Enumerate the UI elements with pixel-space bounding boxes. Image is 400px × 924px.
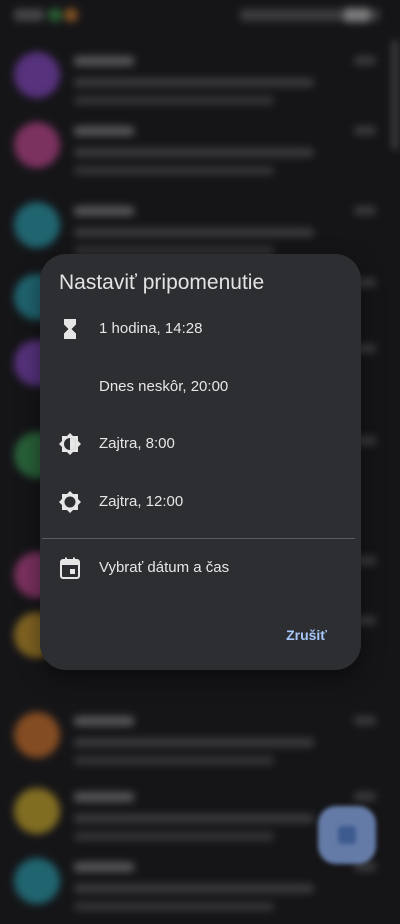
email-row-placeholder bbox=[354, 126, 376, 135]
option-label: Zajtra, 8:00 bbox=[99, 435, 175, 452]
avatar bbox=[14, 788, 60, 834]
option-label: Zajtra, 12:00 bbox=[99, 493, 184, 510]
email-row-placeholder bbox=[74, 78, 314, 87]
option-label: 1 hodina, 14:28 bbox=[99, 320, 203, 337]
email-row-placeholder bbox=[74, 862, 134, 872]
option-pick-date-time[interactable]: Vybrať dátum a čas bbox=[40, 540, 361, 596]
email-row-placeholder bbox=[354, 206, 376, 215]
avatar bbox=[14, 712, 60, 758]
divider bbox=[42, 538, 355, 539]
email-row bbox=[0, 40, 400, 118]
email-row-placeholder bbox=[74, 126, 134, 136]
option-label: Vybrať dátum a čas bbox=[99, 559, 230, 576]
email-row bbox=[0, 700, 400, 778]
email-row-placeholder bbox=[74, 206, 134, 216]
avatar bbox=[14, 122, 60, 168]
dialog-title: Nastaviť pripomenutie bbox=[59, 271, 265, 294]
email-row-placeholder bbox=[74, 716, 134, 726]
email-row-placeholder bbox=[74, 96, 274, 105]
email-row-placeholder bbox=[354, 716, 376, 725]
reminder-dialog: Nastaviť pripomenutie 1 hodina, 14:28 Dn… bbox=[40, 254, 361, 670]
email-row-placeholder bbox=[74, 902, 274, 911]
option-tomorrow-morning[interactable]: Zajtra, 8:00 bbox=[40, 416, 361, 472]
email-row-placeholder bbox=[74, 148, 314, 157]
compose-icon bbox=[338, 826, 356, 844]
option-tomorrow-noon[interactable]: Zajtra, 12:00 bbox=[40, 474, 361, 530]
status-bar bbox=[0, 0, 400, 32]
moon-icon bbox=[58, 375, 82, 399]
hourglass-icon bbox=[58, 317, 82, 341]
cancel-button[interactable]: Zrušiť bbox=[286, 627, 327, 643]
email-row-placeholder bbox=[74, 814, 314, 823]
avatar bbox=[14, 202, 60, 248]
option-label: Dnes neskôr, 20:00 bbox=[99, 378, 229, 395]
option-later-today[interactable]: Dnes neskôr, 20:00 bbox=[40, 359, 361, 415]
brightness-half-icon bbox=[58, 432, 82, 456]
scrollbar bbox=[392, 40, 398, 150]
notification-icon bbox=[64, 8, 78, 22]
option-1-hour[interactable]: 1 hodina, 14:28 bbox=[40, 301, 361, 357]
email-row bbox=[0, 110, 400, 188]
email-row-placeholder bbox=[74, 792, 134, 802]
email-row-placeholder bbox=[74, 56, 134, 66]
email-row-placeholder bbox=[74, 832, 274, 841]
email-row-placeholder bbox=[354, 56, 376, 65]
avatar bbox=[14, 52, 60, 98]
notification-icon bbox=[48, 8, 62, 22]
email-row-placeholder bbox=[74, 738, 314, 747]
battery-icon bbox=[344, 8, 370, 22]
sun-icon bbox=[58, 490, 82, 514]
status-time bbox=[14, 9, 44, 21]
email-row-placeholder bbox=[74, 756, 274, 765]
avatar bbox=[14, 858, 60, 904]
email-row-placeholder bbox=[74, 228, 314, 237]
email-row-placeholder bbox=[354, 792, 376, 801]
email-row-placeholder bbox=[74, 166, 274, 175]
calendar-icon bbox=[58, 556, 82, 580]
